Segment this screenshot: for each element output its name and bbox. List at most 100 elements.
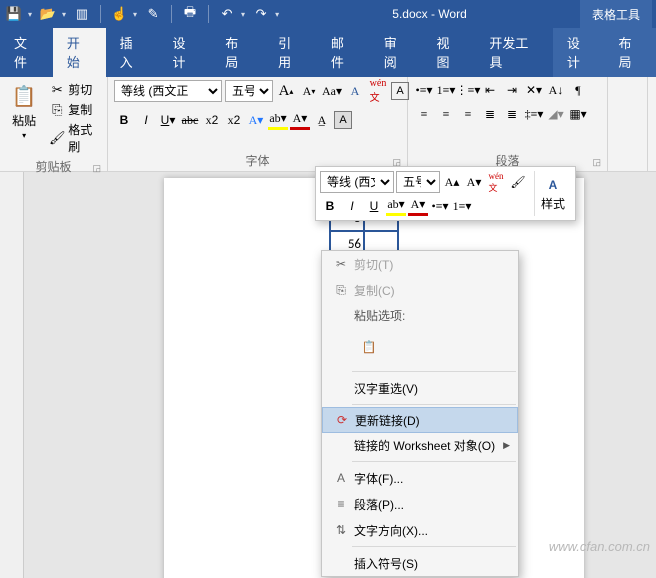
justify-button[interactable]: ≣ [480,104,500,124]
undo-icon[interactable]: ↶ [217,4,237,24]
mini-numbering[interactable]: 1≡▾ [452,196,472,216]
submenu-arrow-icon: ▶ [503,440,510,451]
watermark: www.cfan.com.cn [549,539,650,554]
ctx-paste-option[interactable]: 📋 [354,332,384,362]
window-title: 5.docx - Word [279,7,580,21]
draw-icon[interactable]: ✎ [143,4,163,24]
mini-underline[interactable]: U [364,196,384,216]
mini-pinyin[interactable]: wén文 [486,172,506,192]
ctx-text-direction[interactable]: ⇅文字方向(X)... [322,517,518,543]
bold-button[interactable]: B [114,110,134,130]
shading-button[interactable]: ◢▾ [546,104,566,124]
distribute-button[interactable]: ≣ [502,104,522,124]
mini-fontcolor[interactable]: A▾ [408,196,428,216]
mini-toolbar: 等线 (西文 五号 A▴ A▾ wén文 🖌 B I U ab▾ A▾ •≡▾ … [315,166,576,221]
touch-icon[interactable]: ☝ [109,4,129,24]
copy-icon: ⎘ [328,283,354,298]
font-size-select[interactable]: 五号 [225,80,273,102]
paragraph-icon: ≡ [328,497,354,511]
ctx-paste-header: 粘贴选项: [322,303,518,328]
pinyin-button[interactable]: wén文 [368,81,388,101]
italic-button[interactable]: I [136,110,156,130]
tab-mailings[interactable]: 邮件 [317,28,370,77]
indent-dec-button[interactable]: ⇤ [480,80,500,100]
char-shading-button[interactable]: A [334,111,352,129]
shrink-font-button[interactable]: A▾ [299,81,319,101]
mini-shrink-font[interactable]: A▾ [464,172,484,192]
redo-icon[interactable]: ↷ [251,4,271,24]
contextual-tab-title: 表格工具 [580,0,652,28]
tab-table-layout[interactable]: 布局 [604,28,656,77]
indent-inc-button[interactable]: ⇥ [502,80,522,100]
tab-home[interactable]: 开始 [53,28,106,77]
strike-button[interactable]: abc [180,110,200,130]
mini-grow-font[interactable]: A▴ [442,172,462,192]
subscript-button[interactable]: x2 [202,110,222,130]
print-icon[interactable]: 🖶 [180,4,200,24]
tab-view[interactable]: 视图 [423,28,476,77]
mini-italic[interactable]: I [342,196,362,216]
tab-file[interactable]: 文件 [0,28,53,77]
cut-button[interactable]: ✂剪切 [46,80,101,99]
ctx-insert-symbol[interactable]: 插入符号(S) [322,550,518,576]
tab-design[interactable]: 设计 [158,28,211,77]
align-left-button[interactable]: ≡ [414,104,434,124]
mini-font-select[interactable]: 等线 (西文 [320,171,394,193]
mini-highlight[interactable]: ab▾ [386,196,406,216]
clipboard-icon: 📋 [8,82,40,110]
sort-button[interactable]: A↓ [546,80,566,100]
open-icon[interactable]: 📂 [38,4,58,24]
font-icon: A [328,471,354,485]
ctx-copy: ⎘复制(C) [322,277,518,303]
tab-insert[interactable]: 插入 [106,28,159,77]
ctx-font[interactable]: A字体(F)... [322,465,518,491]
grow-font-button[interactable]: A▴ [276,81,296,101]
phonetic-button[interactable]: A [345,81,365,101]
mini-bullets[interactable]: •≡▾ [430,196,450,216]
align-center-button[interactable]: ≡ [436,104,456,124]
mini-size-select[interactable]: 五号 [396,171,440,193]
asian-indent-button[interactable]: ✕▾ [524,80,544,100]
enclose-button[interactable]: A̲ [312,110,332,130]
tab-references[interactable]: 引用 [264,28,317,77]
change-case-button[interactable]: Aa▾ [322,81,342,101]
format-painter-button[interactable]: 🖌格式刷 [46,120,101,156]
para-dialog-launcher[interactable]: ◲ [592,157,601,168]
font-color-button[interactable]: A▾ [290,110,310,130]
tab-review[interactable]: 审阅 [370,28,423,77]
mini-bold[interactable]: B [320,196,340,216]
copy-icon: ⎘ [49,102,65,118]
line-spacing-button[interactable]: ‡≡▾ [524,104,544,124]
ctx-linked-object[interactable]: 链接的 Worksheet 对象(O)▶ [322,432,518,458]
ctx-update-link[interactable]: ⟳更新链接(D) [322,407,518,433]
qat-more[interactable]: ▾ [275,10,279,19]
borders-button[interactable]: ▦▾ [568,104,588,124]
highlight-button[interactable]: ab▾ [268,110,288,130]
ctx-paragraph[interactable]: ≡段落(P)... [322,491,518,517]
scissors-icon: ✂ [49,82,65,98]
copy-button[interactable]: ⎘复制 [46,100,101,119]
align-right-button[interactable]: ≡ [458,104,478,124]
refresh-icon: ⟳ [329,413,355,427]
font-name-select[interactable]: 等线 (西文正 [114,80,222,102]
text-direction-icon: ⇅ [328,523,354,537]
mini-styles-button[interactable]: A 样式 [534,171,571,216]
mini-format-painter[interactable]: 🖌 [508,172,528,192]
text-effects-button[interactable]: A▾ [246,110,266,130]
ctx-reconvert[interactable]: 汉字重选(V) [322,375,518,401]
show-marks-button[interactable]: ¶ [568,80,588,100]
tab-developer[interactable]: 开发工具 [475,28,553,77]
context-menu: ✂剪切(T) ⎘复制(C) 粘贴选项: 📋 汉字重选(V) ⟳更新链接(D) 链… [321,250,519,577]
underline-button[interactable]: U▾ [158,110,178,130]
new-icon[interactable]: ▥ [72,4,92,24]
numbering-button[interactable]: 1≡▾ [436,80,456,100]
superscript-button[interactable]: x2 [224,110,244,130]
multilevel-button[interactable]: ⋮≡▾ [458,80,478,100]
paste-button[interactable]: 📋 粘贴 ▾ [6,80,42,142]
tab-table-design[interactable]: 设计 [553,28,605,77]
char-border-button[interactable]: A [391,82,409,100]
group-font-label: 字体 [245,154,269,168]
tab-layout[interactable]: 布局 [211,28,264,77]
bullets-button[interactable]: •≡▾ [414,80,434,100]
save-icon[interactable]: 💾 [4,4,24,24]
